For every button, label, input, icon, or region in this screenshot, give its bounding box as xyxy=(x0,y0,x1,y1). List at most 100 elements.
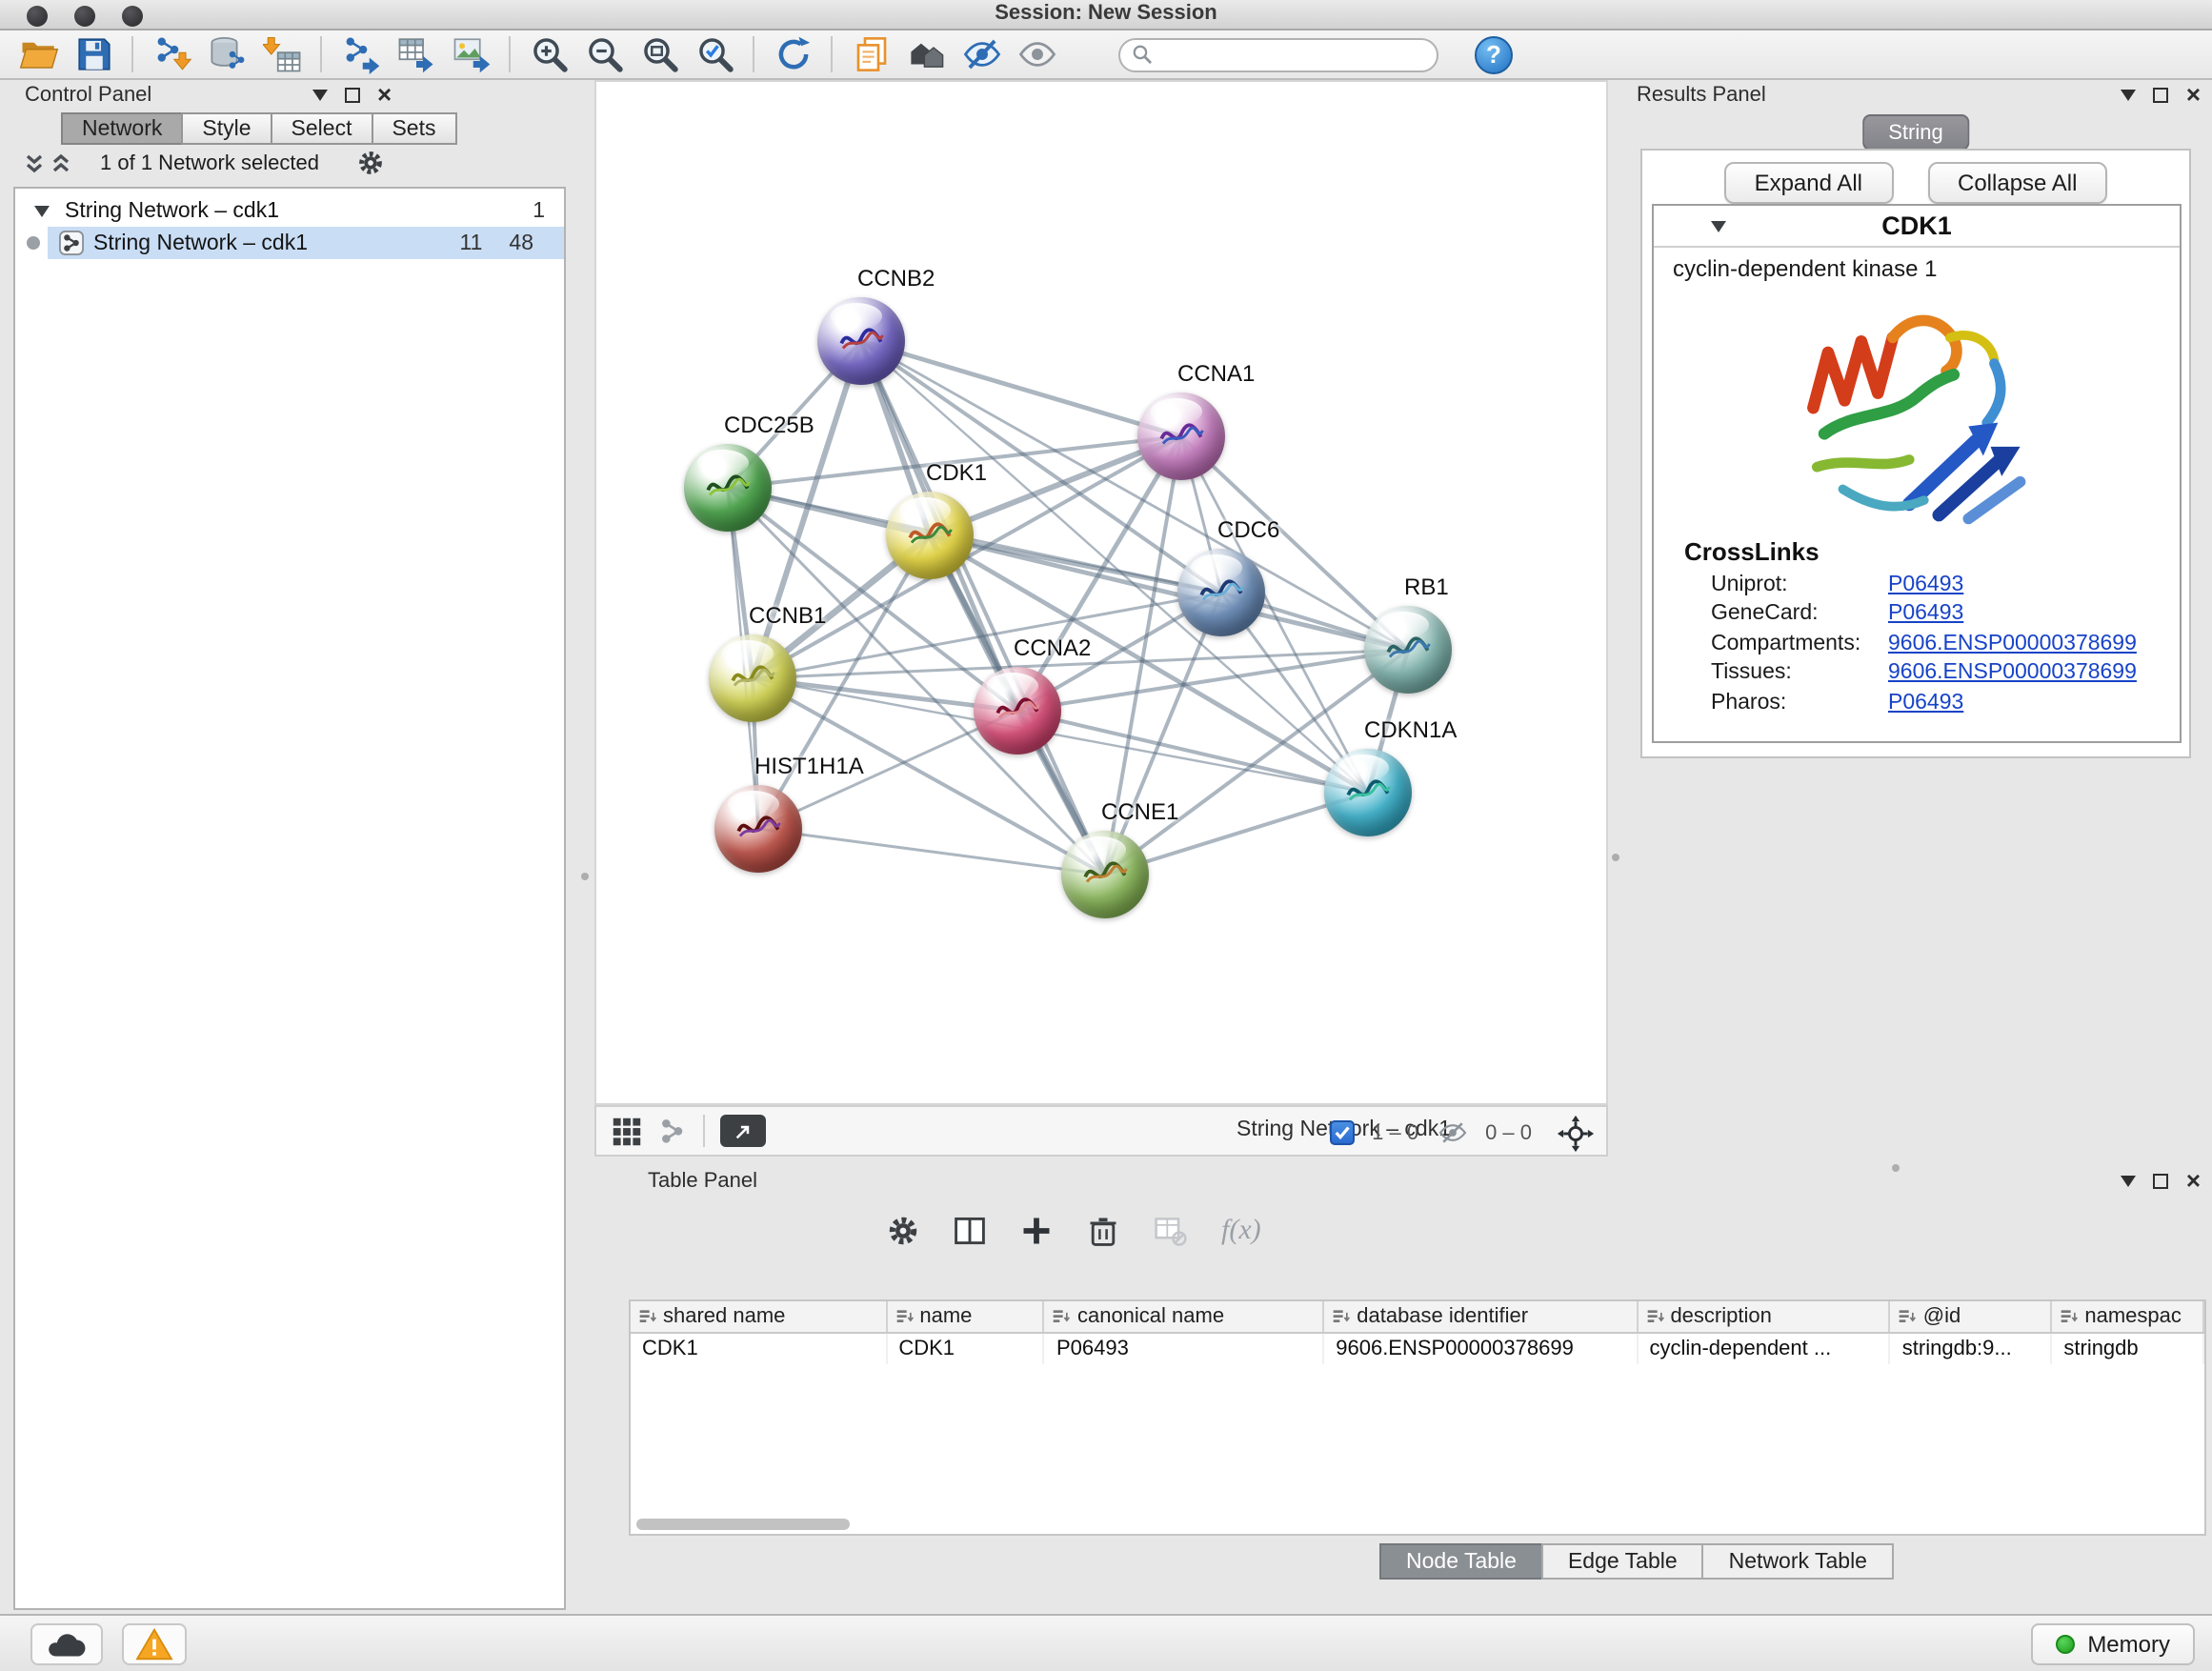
show-all-button[interactable] xyxy=(1014,31,1059,77)
zoom-selected-button[interactable] xyxy=(692,31,737,77)
home-button[interactable] xyxy=(903,31,949,77)
network-node-rb1[interactable] xyxy=(1364,606,1452,694)
panel-menu-icon[interactable] xyxy=(2122,1175,2137,1186)
network-canvas[interactable]: CCNB2CCNA1CDC25BCDK1CDC6RB1CCNB1CCNA2CDK… xyxy=(594,80,1608,1105)
tab-network-table[interactable]: Network Table xyxy=(1702,1543,1894,1580)
network-node-ccnb2[interactable] xyxy=(817,297,905,385)
tab-network[interactable]: Network xyxy=(61,112,183,145)
string-tab-badge[interactable]: String xyxy=(1861,114,1970,151)
crosslink-link[interactable]: 9606.ENSP00000378699 xyxy=(1888,662,2137,685)
column-header-shared-name[interactable]: shared name xyxy=(631,1301,887,1332)
crosslink-link[interactable]: 9606.ENSP00000378699 xyxy=(1888,633,2137,655)
network-node-ccna2[interactable] xyxy=(974,667,1061,755)
crosslink-link[interactable]: P06493 xyxy=(1888,692,1963,715)
crosslink-link[interactable]: P06493 xyxy=(1888,603,1963,626)
panel-float-icon[interactable] xyxy=(345,87,360,102)
expand-all-button[interactable]: Expand All xyxy=(1724,162,1893,204)
zoom-fit-button[interactable] xyxy=(636,31,682,77)
hide-selected-button[interactable] xyxy=(958,31,1004,77)
network-edge[interactable] xyxy=(861,341,1181,436)
horizontal-scrollbar-thumb[interactable] xyxy=(636,1519,850,1530)
network-collection-row[interactable]: String Network – cdk1 1 xyxy=(15,194,564,227)
crosslink-link[interactable]: P06493 xyxy=(1888,574,1963,596)
duplicate-page-button[interactable] xyxy=(848,31,894,77)
collapse-all-chevron-icon[interactable] xyxy=(23,152,46,175)
network-node-cdkn1a[interactable] xyxy=(1324,749,1412,836)
gene-card-header[interactable]: CDK1 xyxy=(1654,206,2180,248)
help-button[interactable]: ? xyxy=(1475,35,1513,73)
collapse-all-button[interactable]: Collapse All xyxy=(1927,162,2107,204)
create-column-button[interactable] xyxy=(1014,1208,1059,1254)
memory-button[interactable]: Memory xyxy=(2030,1623,2195,1665)
import-table-button[interactable] xyxy=(259,31,305,77)
open-session-button[interactable] xyxy=(15,31,61,77)
toolbar-separator xyxy=(703,1115,705,1147)
close-window-button[interactable] xyxy=(27,5,48,26)
apply-layout-button[interactable] xyxy=(770,31,815,77)
column-header-description[interactable]: description xyxy=(1638,1301,1890,1332)
column-header-canonical-name[interactable]: canonical name xyxy=(1045,1301,1324,1332)
panel-menu-icon[interactable] xyxy=(2122,89,2137,100)
warnings-button[interactable] xyxy=(122,1623,187,1665)
column-header-database-identifier[interactable]: database identifier xyxy=(1324,1301,1638,1332)
open-in-window-button[interactable] xyxy=(720,1115,766,1147)
tab-style[interactable]: Style xyxy=(181,112,271,145)
network-node-cdc6[interactable] xyxy=(1177,549,1265,636)
import-network-file-button[interactable] xyxy=(149,31,194,77)
grid-overview-icon[interactable] xyxy=(612,1116,642,1146)
panel-float-icon[interactable] xyxy=(2154,1173,2169,1188)
panel-close-icon[interactable]: × xyxy=(2186,86,2201,103)
search-field[interactable] xyxy=(1118,37,1438,71)
toggle-columns-button[interactable] xyxy=(947,1208,993,1254)
panel-close-icon[interactable]: × xyxy=(377,86,392,103)
save-session-button[interactable] xyxy=(70,31,116,77)
export-table-button[interactable] xyxy=(392,31,438,77)
cloud-button[interactable] xyxy=(30,1623,103,1665)
tab-select[interactable]: Select xyxy=(271,112,373,145)
panel-close-icon[interactable]: × xyxy=(2186,1172,2201,1189)
zoom-window-button[interactable] xyxy=(122,5,143,26)
splitter-handle[interactable] xyxy=(581,873,589,880)
network-row-highlight[interactable]: String Network – cdk1 11 48 xyxy=(48,227,564,259)
network-node-ccnb1[interactable] xyxy=(709,634,796,722)
tab-node-table[interactable]: Node Table xyxy=(1379,1543,1543,1580)
minimize-window-button[interactable] xyxy=(74,5,95,26)
tab-sets[interactable]: Sets xyxy=(371,112,456,145)
import-network-database-button[interactable] xyxy=(204,31,250,77)
panel-menu-icon[interactable] xyxy=(312,89,328,100)
toolbar-separator xyxy=(831,36,833,72)
network-node-cdk1[interactable] xyxy=(886,492,974,579)
gear-icon[interactable] xyxy=(356,149,385,177)
network-node-ccne1[interactable] xyxy=(1061,831,1149,918)
tab-edge-table[interactable]: Edge Table xyxy=(1541,1543,1704,1580)
hidden-eye-icon[interactable] xyxy=(1436,1120,1468,1145)
network-node-ccna1[interactable] xyxy=(1137,393,1225,480)
zoom-in-button[interactable] xyxy=(526,31,572,77)
network-node-cdc25b[interactable] xyxy=(684,444,772,532)
node-label-ccnb2: CCNB2 xyxy=(857,265,935,292)
table-settings-button[interactable] xyxy=(880,1208,926,1254)
table-row[interactable]: CDK1CDK1P064939606.ENSP00000378699cyclin… xyxy=(631,1334,2204,1364)
network-edge[interactable] xyxy=(758,829,1105,875)
search-input[interactable] xyxy=(1160,43,1425,66)
share-network-icon[interactable] xyxy=(657,1116,688,1146)
zoom-out-button[interactable] xyxy=(581,31,627,77)
splitter-handle[interactable] xyxy=(1612,854,1619,861)
column-header-namespac[interactable]: namespac xyxy=(2052,1301,2204,1332)
network-node-hist1h1a[interactable] xyxy=(714,785,802,873)
selected-checkbox-icon[interactable] xyxy=(1330,1120,1355,1145)
function-builder-button[interactable]: f(x) xyxy=(1214,1215,1261,1247)
delete-column-button[interactable] xyxy=(1080,1208,1126,1254)
column-header-name[interactable]: name xyxy=(887,1301,1045,1332)
column-header--id[interactable]: @id xyxy=(1891,1301,2053,1332)
network-edge[interactable] xyxy=(861,341,1105,875)
disclosure-triangle-icon[interactable] xyxy=(34,205,50,216)
disclosure-triangle-icon[interactable] xyxy=(1711,221,1726,232)
export-network-button[interactable] xyxy=(337,31,383,77)
pan-crosshair-icon[interactable] xyxy=(1557,1114,1595,1152)
string-results-box: Expand All Collapse All CDK1 cyclin-depe… xyxy=(1640,149,2191,758)
network-row-selected[interactable]: String Network – cdk1 11 48 xyxy=(15,227,564,259)
export-image-button[interactable] xyxy=(448,31,493,77)
expand-all-chevron-icon[interactable] xyxy=(50,152,72,175)
panel-float-icon[interactable] xyxy=(2154,87,2169,102)
